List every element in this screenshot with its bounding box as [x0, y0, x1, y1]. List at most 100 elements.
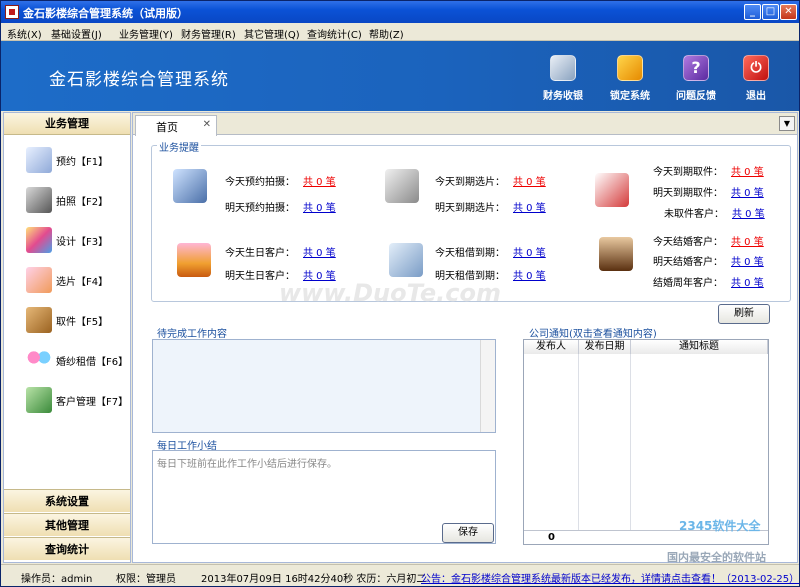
- sidebar-system-settings[interactable]: 系统设置: [4, 489, 130, 512]
- photo-select-icon: [26, 267, 52, 293]
- tab-close-icon[interactable]: ✕: [203, 119, 211, 130]
- app-window: 金石影楼综合管理系统（试用版） _ □ ✕ 系统(X) 基础设置(J) 业务管理…: [0, 0, 800, 587]
- exit-button[interactable]: ⏻ 退出: [731, 55, 781, 102]
- status-announcement-link[interactable]: 公告：金石影楼综合管理系统最新版本已经发布，详情请点击查看！（2013-02-2…: [421, 570, 799, 585]
- cake-icon: [177, 243, 211, 277]
- status-datetime: 2013年07月09日 16时42分40秒 农历：六月初二: [201, 574, 427, 585]
- sidebar: 业务管理 预约【F1】 拍照【F2】 设计【F3】 选片【F4】 取件【F5】 …: [3, 112, 131, 563]
- reminder-value-link[interactable]: 共 0 笔: [303, 248, 336, 259]
- sidebar-query-stats[interactable]: 查询统计: [4, 537, 130, 560]
- sidebar-item-label: 拍照【F2】: [56, 196, 109, 208]
- watermark-duote: www.DuoTe.com: [279, 279, 501, 307]
- pending-work-textarea[interactable]: [152, 339, 496, 433]
- lock-system-button[interactable]: 锁定系统: [605, 55, 655, 102]
- menu-help[interactable]: 帮助(Z): [369, 26, 404, 41]
- exit-label: 退出: [746, 91, 766, 102]
- reminder-value-link[interactable]: 共 0 笔: [731, 257, 764, 268]
- app-title: 金石影楼综合管理系统: [49, 70, 229, 90]
- maximize-button[interactable]: □: [762, 4, 779, 20]
- reminder-value-link[interactable]: 共 0 笔: [732, 209, 765, 220]
- refresh-button[interactable]: 刷新: [718, 304, 770, 324]
- notice-col-publisher[interactable]: 发布人: [524, 340, 579, 354]
- cashier-button[interactable]: 财务收银: [538, 55, 588, 102]
- sidebar-item-label: 预约【F1】: [56, 156, 109, 168]
- reminder-wedding-anniversary: 结婚周年客户：共 0 笔: [653, 278, 764, 289]
- sidebar-item-customer[interactable]: 客户管理【F7】: [26, 385, 128, 415]
- sidebar-item-rental[interactable]: 婚纱租借【F6】: [26, 345, 128, 375]
- sidebar-item-label: 客户管理【F7】: [56, 396, 129, 408]
- reminder-value-link[interactable]: 共 0 笔: [513, 248, 546, 259]
- dress-rental-icon: [26, 347, 52, 373]
- reminder-today-shoot: 今天预约拍摄：共 0 笔: [225, 177, 336, 188]
- notice-column: [524, 354, 579, 530]
- main-panel: 首页 ✕ ▼ 业务提醒 今天预约拍摄：共 0 笔 明天预约拍摄：共 0 笔 今天…: [132, 112, 798, 564]
- notice-col-title[interactable]: 通知标题: [631, 340, 768, 354]
- reminders-title: 业务提醒: [157, 139, 201, 154]
- lock-icon: [617, 55, 643, 81]
- reminder-value-link[interactable]: 共 0 笔: [513, 271, 546, 282]
- status-permission: 权限：管理员: [116, 574, 176, 585]
- menu-query[interactable]: 查询统计(C): [307, 26, 362, 41]
- app-icon: [5, 5, 19, 19]
- money-icon: [550, 55, 576, 81]
- menu-basic-settings[interactable]: 基础设置(J): [51, 26, 102, 41]
- lock-system-label: 锁定系统: [610, 91, 650, 102]
- title-bar: 金石影楼综合管理系统（试用版） _ □ ✕: [1, 1, 799, 23]
- sidebar-item-photo[interactable]: 拍照【F2】: [26, 185, 108, 215]
- reminder-today-wedding: 今天结婚客户：共 0 笔: [653, 237, 764, 248]
- watermark-safe-site: 国内最安全的软件站: [667, 551, 766, 564]
- sidebar-item-label: 取件【F5】: [56, 316, 109, 328]
- photos-icon: [385, 169, 419, 203]
- reminder-value-link[interactable]: 共 0 笔: [513, 203, 546, 214]
- sidebar-header[interactable]: 业务管理: [4, 113, 130, 135]
- reminder-value-link[interactable]: 共 0 笔: [513, 177, 546, 188]
- tab-home-label: 首页: [156, 121, 178, 134]
- feedback-label: 问题反馈: [676, 91, 716, 102]
- menu-finance[interactable]: 财务管理(R): [181, 26, 236, 41]
- reminder-value-link[interactable]: 共 0 笔: [731, 237, 764, 248]
- reminder-value-link[interactable]: 共 0 笔: [731, 278, 764, 289]
- reminder-tomorrow-shoot: 明天预约拍摄：共 0 笔: [225, 203, 336, 214]
- reminder-tomorrow-wedding: 明天结婚客户：共 0 笔: [653, 257, 764, 268]
- save-button[interactable]: 保存: [442, 523, 494, 543]
- sidebar-item-label: 婚纱租借【F6】: [56, 356, 129, 368]
- camera-icon: [173, 169, 207, 203]
- notice-col-date[interactable]: 发布日期: [579, 340, 631, 354]
- menu-system[interactable]: 系统(X): [7, 26, 42, 41]
- tab-dropdown-button[interactable]: ▼: [779, 116, 795, 131]
- menu-other[interactable]: 其它管理(Q): [244, 26, 300, 41]
- app-header: 金石影楼综合管理系统 财务收银 锁定系统 ? 问题反馈 ⏻ 退出: [1, 41, 799, 111]
- reminder-value-link[interactable]: 共 0 笔: [303, 177, 336, 188]
- bride-icon: [599, 237, 633, 271]
- reminder-today-pickup: 今天到期取件：共 0 笔: [653, 167, 764, 178]
- sidebar-item-pickup[interactable]: 取件【F5】: [26, 305, 108, 335]
- sidebar-other-management[interactable]: 其他管理: [4, 513, 130, 536]
- reminder-today-birthday: 今天生日客户：共 0 笔: [225, 248, 336, 259]
- minimize-button[interactable]: _: [744, 4, 761, 20]
- menu-business[interactable]: 业务管理(Y): [119, 26, 173, 41]
- sidebar-item-select[interactable]: 选片【F4】: [26, 265, 108, 295]
- sidebar-item-label: 选片【F4】: [56, 276, 109, 288]
- reminder-tomorrow-select: 明天到期选片：共 0 笔: [435, 203, 546, 214]
- reminder-value-link[interactable]: 共 0 笔: [731, 188, 764, 199]
- sidebar-item-appointment[interactable]: 预约【F1】: [26, 145, 108, 175]
- reminder-value-link[interactable]: 共 0 笔: [303, 203, 336, 214]
- notice-table[interactable]: 发布人 发布日期 通知标题 0: [523, 339, 769, 545]
- reminder-value-link[interactable]: 共 0 笔: [731, 167, 764, 178]
- sidebar-item-label: 设计【F3】: [56, 236, 109, 248]
- status-bar: 操作员：admin 权限：管理员 2013年07月09日 16时42分40秒 农…: [1, 564, 799, 586]
- sidebar-item-design[interactable]: 设计【F3】: [26, 225, 108, 255]
- status-operator: 操作员：admin: [21, 574, 93, 585]
- watermark-2345: 2345软件大全: [679, 519, 761, 533]
- pickup-icon: [595, 173, 629, 207]
- tab-home[interactable]: 首页 ✕: [135, 115, 217, 136]
- feedback-button[interactable]: ? 问题反馈: [671, 55, 721, 102]
- notice-column: [579, 354, 631, 530]
- menu-bar: 系统(X) 基础设置(J) 业务管理(Y) 财务管理(R) 其它管理(Q) 查询…: [1, 23, 799, 41]
- reminder-today-select: 今天到期选片：共 0 笔: [435, 177, 546, 188]
- close-button[interactable]: ✕: [780, 4, 797, 20]
- appointment-icon: [26, 147, 52, 173]
- camera-icon: [26, 187, 52, 213]
- pending-scrollbar[interactable]: [480, 340, 495, 432]
- reminder-uncollected: 未取件客户：共 0 笔: [664, 209, 765, 220]
